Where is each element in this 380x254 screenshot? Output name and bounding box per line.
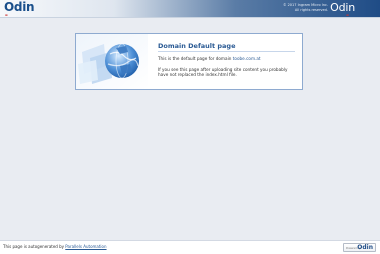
upload-hint-text: If you see this page after uploading sit… xyxy=(158,67,288,77)
odin-logo-right: Odin xyxy=(330,1,355,14)
copyright-text: © 2017 Ingram Micro Inc. xyxy=(282,3,328,7)
footer-message: This page is autogenerated by Parallels … xyxy=(3,244,107,249)
default-page-message: This is the default page for domain toob… xyxy=(158,56,261,61)
rights-text: All rights reserved. xyxy=(294,7,328,12)
title-divider xyxy=(158,51,295,52)
default-page-text: This is the default page for domain xyxy=(158,56,232,61)
top-header: Odin ▬ © 2017 Ingram Micro Inc. All righ… xyxy=(0,0,380,18)
odin-logo-left: Odin xyxy=(4,0,35,14)
logo-right-decor: ▬ xyxy=(346,13,349,17)
powered-by-badge[interactable]: Powered by Odin xyxy=(343,243,376,252)
header-copyright: © 2017 Ingram Micro Inc. All rights rese… xyxy=(283,3,328,12)
default-page-panel: Domain Default page This is the default … xyxy=(75,33,303,90)
logo-left-decor: ▬ xyxy=(5,13,8,17)
footer-text: This page is autogenerated by xyxy=(3,244,65,249)
page-title: Domain Default page xyxy=(158,42,236,50)
domain-link[interactable]: toobe.com.at xyxy=(233,56,261,61)
footer-bar: This page is autogenerated by Parallels … xyxy=(0,240,380,254)
parallels-automation-link[interactable]: Parallels Automation xyxy=(65,244,106,249)
globe-illustration-icon xyxy=(76,34,148,89)
odin-badge-logo: Odin xyxy=(357,244,373,251)
